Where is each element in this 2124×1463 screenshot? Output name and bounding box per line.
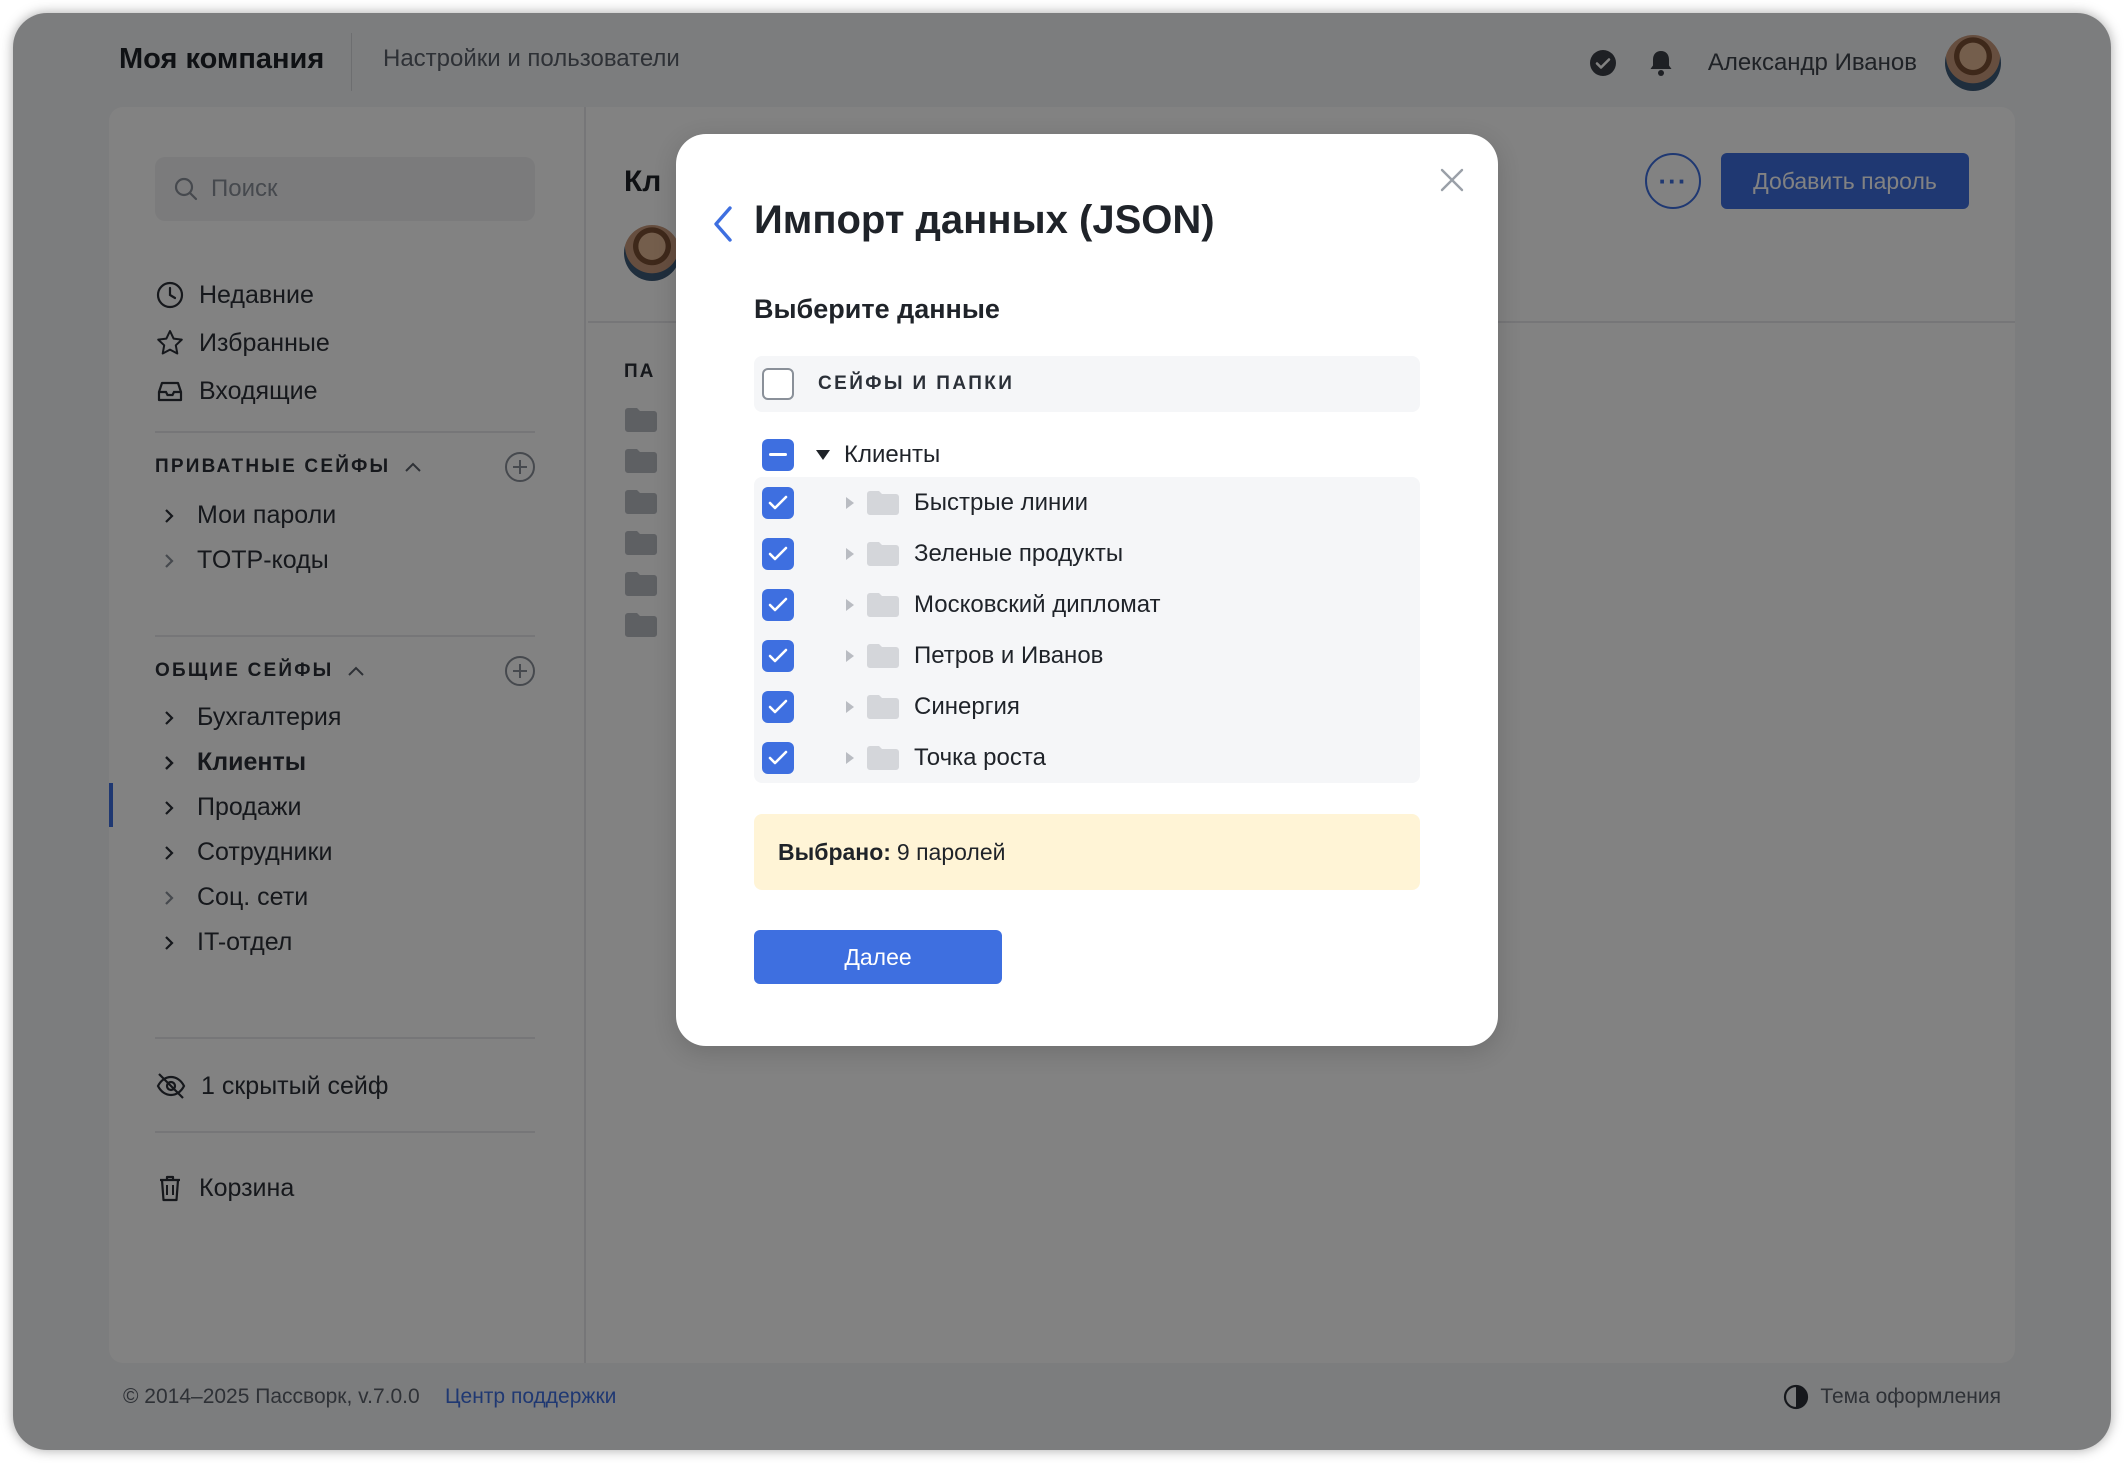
caret-right-icon[interactable] [846,700,860,713]
caret-down-icon [816,450,830,460]
folder-row[interactable]: Синергия [754,681,1420,732]
caret-right-icon[interactable] [846,751,860,764]
root-label: Клиенты [844,441,941,468]
folder-row[interactable]: Зеленые продукты [754,528,1420,579]
folder-checkbox[interactable] [762,486,794,519]
folder-label: Точка роста [914,743,1046,771]
caret-right-icon[interactable] [846,649,860,662]
import-modal: Импорт данных (JSON) Выберите данные СЕЙ… [676,134,1498,1046]
select-all-checkbox[interactable] [762,368,794,400]
check-icon [768,699,788,713]
folder-label: Петров и Иванов [914,641,1104,669]
folder-row[interactable]: Точка роста [754,732,1420,783]
folder-checkbox[interactable] [762,639,794,672]
check-icon [768,597,788,611]
close-icon [1440,168,1464,192]
folder-row[interactable]: Московский дипломат [754,579,1420,630]
folder-list: Быстрые линии Зеленые продукты Московски… [754,477,1420,783]
root-node[interactable]: Клиенты [816,441,940,469]
chevron-left-icon [714,206,732,242]
check-icon [768,750,788,764]
folder-label: Быстрые линии [914,488,1089,516]
folder-row[interactable]: Быстрые линии [754,477,1420,528]
folder-label: Зеленые продукты [914,539,1124,567]
tree-header: СЕЙФЫ И ПАПКИ [754,356,1420,412]
summary-value: 9 паролей [896,838,1006,865]
check-icon [768,546,788,560]
app-window: Моя компания Настройки и пользователи Ал… [13,13,2111,1450]
folder-checkbox[interactable] [762,588,794,621]
back-button[interactable] [708,202,738,246]
root-checkbox[interactable] [762,439,794,471]
summary-label: Выбрано: [778,838,891,865]
caret-right-icon[interactable] [846,598,860,611]
selection-summary: Выбрано: 9 паролей [754,814,1420,890]
folder-icon [867,694,899,719]
minus-icon [769,453,787,456]
modal-title: Импорт данных (JSON) [754,198,1215,242]
folder-label: Московский дипломат [914,590,1161,618]
caret-right-icon[interactable] [846,496,860,509]
next-button[interactable]: Далее [754,930,1002,984]
folder-icon [867,643,899,668]
folder-icon [867,745,899,770]
folder-checkbox[interactable] [762,741,794,774]
folder-icon [867,592,899,617]
folder-icon [867,541,899,566]
folder-checkbox[interactable] [762,690,794,723]
caret-right-icon[interactable] [846,547,860,560]
tree-root: Клиенты [754,430,1420,480]
folder-row[interactable]: Петров и Иванов [754,630,1420,681]
modal-subtitle: Выберите данные [754,294,1000,324]
folder-icon [867,490,899,515]
check-icon [768,495,788,509]
tree-header-label: СЕЙФЫ И ПАПКИ [818,373,1015,394]
close-button[interactable] [1434,162,1470,198]
check-icon [768,648,788,662]
folder-checkbox[interactable] [762,537,794,570]
folder-label: Синергия [914,692,1020,720]
